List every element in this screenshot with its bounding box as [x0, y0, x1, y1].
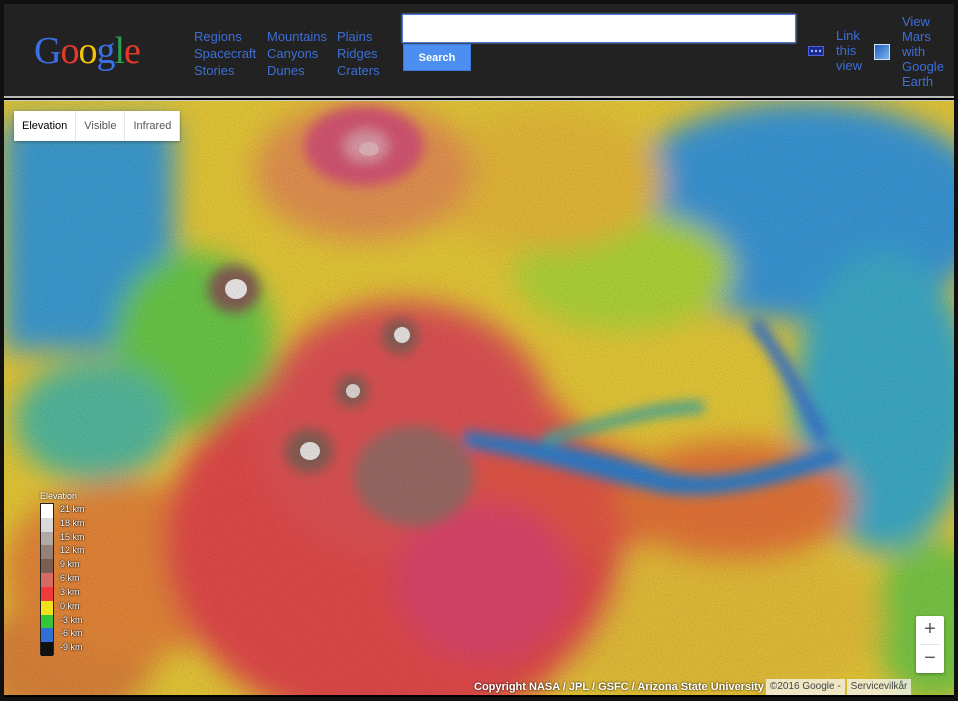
nav-link-craters[interactable]: Craters [337, 62, 380, 79]
legend-swatch [41, 573, 53, 587]
nav-link-canyons[interactable]: Canyons [267, 45, 327, 62]
legend-label: 18 km [60, 517, 85, 528]
legend-label: 12 km [60, 545, 85, 556]
zoom-in-button[interactable]: + [916, 616, 944, 644]
legend-swatch [41, 517, 53, 532]
nav-link-plains[interactable]: Plains [337, 28, 380, 45]
nav-link-stories[interactable]: Stories [194, 62, 256, 79]
map-footer: Copyright NASA / JPL / GSFC / Arizona St… [474, 679, 912, 695]
elevation-map-image[interactable] [4, 101, 954, 695]
legend-color-bar [40, 503, 54, 656]
mars-map[interactable]: Elevation Visible Infrared Elevation 21 km… [4, 100, 954, 695]
legend-label: -3 km [60, 614, 83, 625]
logo-letter: G [34, 30, 61, 72]
zoom-out-button[interactable]: − [916, 645, 944, 673]
logo-letter: o [78, 30, 97, 72]
google-copyright: ©2016 Google - [765, 679, 845, 695]
legend-swatch [41, 628, 53, 643]
logo-letter: e [124, 30, 141, 72]
google-logo[interactable]: Google [34, 29, 141, 73]
copyright-text: Copyright NASA / JPL / GSFC / Arizona St… [474, 681, 764, 693]
legend-title: Elevation [40, 491, 78, 501]
search-input[interactable] [403, 15, 795, 42]
legend-label: 15 km [60, 531, 85, 542]
legend-swatch [41, 559, 53, 574]
legend-label: 21 km [60, 504, 85, 514]
legend-label: -6 km [60, 628, 83, 639]
logo-letter: o [60, 30, 79, 72]
nav-link-dunes[interactable]: Dunes [267, 62, 327, 79]
search-button[interactable]: Search [403, 44, 471, 71]
nav-column-1: Regions Spacecraft Stories [194, 28, 256, 79]
nav-link-mountains[interactable]: Mountains [267, 28, 327, 45]
legend-swatch [41, 531, 53, 546]
google-earth-icon[interactable] [874, 44, 890, 60]
zoom-control: + − [916, 616, 944, 673]
nav-link-regions[interactable]: Regions [194, 28, 256, 45]
nav-column-3: Plains Ridges Craters [337, 28, 380, 79]
tab-infrared[interactable]: Infrared [125, 111, 181, 141]
elevation-legend: Elevation 21 km 18 km 15 km 12 km 9 km 6 km 3 … [38, 491, 118, 666]
legend-label: 6 km [60, 573, 80, 584]
legend-label: -9 km [60, 642, 83, 653]
logo-letter: l [114, 30, 125, 72]
header-bar: Google Regions Spacecraft Stories Mountain… [4, 4, 954, 98]
legend-swatch [41, 545, 53, 560]
legend-swatch [41, 642, 53, 656]
nav-link-ridges[interactable]: Ridges [337, 45, 380, 62]
legend-label: 9 km [60, 559, 80, 570]
legend-swatch [41, 600, 53, 615]
legend-swatch [41, 586, 53, 601]
legend-label: 3 km [60, 586, 80, 597]
nav-link-spacecraft[interactable]: Spacecraft [194, 45, 256, 62]
legend-label: 0 km [60, 600, 80, 611]
map-type-tabs: Elevation Visible Infrared [14, 111, 181, 141]
tab-elevation[interactable]: Elevation [14, 111, 77, 141]
link-icon[interactable] [808, 46, 824, 56]
tab-visible[interactable]: Visible [76, 111, 126, 141]
search-field[interactable] [402, 14, 796, 43]
nav-column-2: Mountains Canyons Dunes [267, 28, 327, 79]
logo-letter: g [96, 30, 115, 72]
legend-swatch [41, 504, 53, 518]
link-this-view[interactable]: Link this view [836, 28, 872, 73]
view-in-google-earth-link[interactable]: View Mars with Google Earth [902, 14, 950, 89]
terms-link[interactable]: Servicevilkår [846, 679, 912, 695]
legend-swatch [41, 614, 53, 629]
